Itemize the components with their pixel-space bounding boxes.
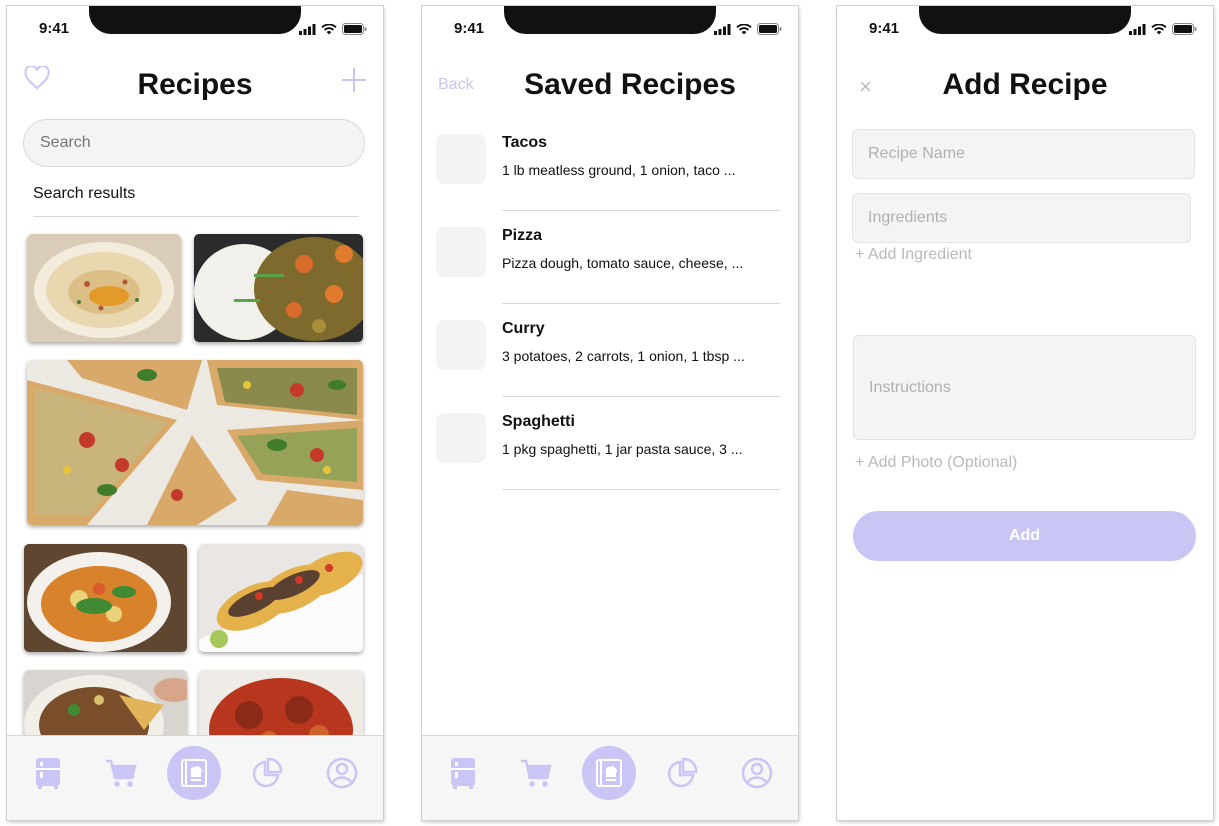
page-title: Add Recipe xyxy=(942,68,1108,101)
notch xyxy=(504,6,716,34)
saved-recipe-row[interactable]: Curry 3 potatoes, 2 carrots, 1 onion, 1 … xyxy=(436,320,780,413)
add-photo-link[interactable]: + Add Photo (Optional) xyxy=(855,454,1017,472)
add-ingredient-link[interactable]: + Add Ingredient xyxy=(855,246,972,264)
battery-icon xyxy=(757,23,782,35)
recipe-photo-hummus[interactable] xyxy=(27,234,181,342)
battery-icon xyxy=(342,23,367,35)
fridge-icon xyxy=(36,758,60,789)
plus-icon xyxy=(342,68,366,92)
fridge-icon xyxy=(451,758,475,789)
profile-icon xyxy=(741,757,773,789)
tab-bar xyxy=(7,735,383,820)
ingredients-field[interactable]: Ingredients xyxy=(852,193,1191,243)
recipes-screen: 9:41 Recipes Search results xyxy=(7,6,383,820)
wifi-icon xyxy=(321,23,337,34)
cookbook-icon xyxy=(181,759,207,787)
tab-profile[interactable] xyxy=(730,746,784,800)
recipe-thumbnail xyxy=(436,227,486,277)
tab-profile[interactable] xyxy=(315,746,369,800)
status-icons xyxy=(299,23,367,35)
divider xyxy=(33,216,359,217)
cookbook-icon xyxy=(596,759,622,787)
saved-recipe-row[interactable]: Tacos 1 lb meatless ground, 1 onion, tac… xyxy=(436,134,780,227)
recipe-name: Tacos xyxy=(502,134,548,151)
tab-fridge[interactable] xyxy=(21,746,75,800)
signal-icon xyxy=(299,23,316,35)
tab-stats[interactable] xyxy=(655,746,709,800)
recipe-photo-pizza[interactable] xyxy=(27,360,363,525)
add-recipe-screen: 9:41 × Add Recipe Recipe Name Ingredient… xyxy=(837,6,1213,820)
tab-shopping-cart[interactable] xyxy=(509,746,563,800)
tab-cookbook[interactable] xyxy=(582,746,636,800)
recipe-name-field[interactable]: Recipe Name xyxy=(852,129,1195,179)
recipe-ingredients: 1 pkg spaghetti, 1 jar pasta sauce, 3 ..… xyxy=(502,441,743,457)
divider xyxy=(502,210,780,211)
recipe-name: Curry xyxy=(502,320,545,337)
instructions-field[interactable]: Instructions xyxy=(853,335,1196,440)
pie-chart-icon xyxy=(667,757,698,788)
signal-icon xyxy=(714,23,731,35)
cart-icon xyxy=(521,759,552,787)
status-time: 9:41 xyxy=(869,20,900,37)
hummus-image xyxy=(27,234,181,342)
recipe-ingredients: 1 lb meatless ground, 1 onion, taco ... xyxy=(502,162,736,178)
search-input[interactable] xyxy=(23,119,365,167)
tab-cookbook[interactable] xyxy=(167,746,221,800)
tab-stats[interactable] xyxy=(240,746,294,800)
status-time: 9:41 xyxy=(39,20,70,37)
recipe-name: Pizza xyxy=(502,227,543,244)
recipe-thumbnail xyxy=(436,413,486,463)
status-icons xyxy=(1129,23,1197,35)
pizza-image xyxy=(27,360,363,525)
search-results-label: Search results xyxy=(33,185,136,202)
signal-icon xyxy=(1129,23,1146,35)
recipe-ingredients: 3 potatoes, 2 carrots, 1 onion, 1 tbsp .… xyxy=(502,348,745,364)
curry-image xyxy=(194,234,363,342)
tab-fridge[interactable] xyxy=(436,746,490,800)
notch xyxy=(919,6,1131,34)
recipe-name: Spaghetti xyxy=(502,413,575,430)
recipe-photo-tacos[interactable] xyxy=(199,544,363,652)
tacos-image xyxy=(199,544,363,652)
add-recipe-button[interactable] xyxy=(341,67,367,98)
wifi-icon xyxy=(1151,23,1167,34)
recipe-photo-soup[interactable] xyxy=(24,544,187,652)
divider xyxy=(502,489,780,490)
cart-icon xyxy=(106,759,137,787)
add-button[interactable]: Add xyxy=(853,511,1196,561)
recipe-thumbnail xyxy=(436,134,486,184)
battery-icon xyxy=(1172,23,1197,35)
divider xyxy=(502,303,780,304)
pie-chart-icon xyxy=(252,757,283,788)
recipe-ingredients: Pizza dough, tomato sauce, cheese, ... xyxy=(502,255,744,271)
saved-recipe-row[interactable]: Pizza Pizza dough, tomato sauce, cheese,… xyxy=(436,227,780,320)
recipe-photo-curry[interactable] xyxy=(194,234,363,342)
wifi-icon xyxy=(736,23,752,34)
page-title: Recipes xyxy=(137,68,253,101)
recipe-thumbnail xyxy=(436,320,486,370)
status-icons xyxy=(714,23,782,35)
profile-icon xyxy=(326,757,358,789)
notch xyxy=(89,6,301,34)
tab-shopping-cart[interactable] xyxy=(94,746,148,800)
divider xyxy=(502,396,780,397)
tab-bar xyxy=(422,735,798,820)
soup-image xyxy=(24,544,187,652)
page-title: Saved Recipes xyxy=(524,68,736,101)
saved-recipes-screen: 9:41 Back Saved Recipes Tacos 1 lb meatl… xyxy=(422,6,798,820)
status-time: 9:41 xyxy=(454,20,485,37)
saved-recipe-row[interactable]: Spaghetti 1 pkg spaghetti, 1 jar pasta s… xyxy=(436,413,780,506)
